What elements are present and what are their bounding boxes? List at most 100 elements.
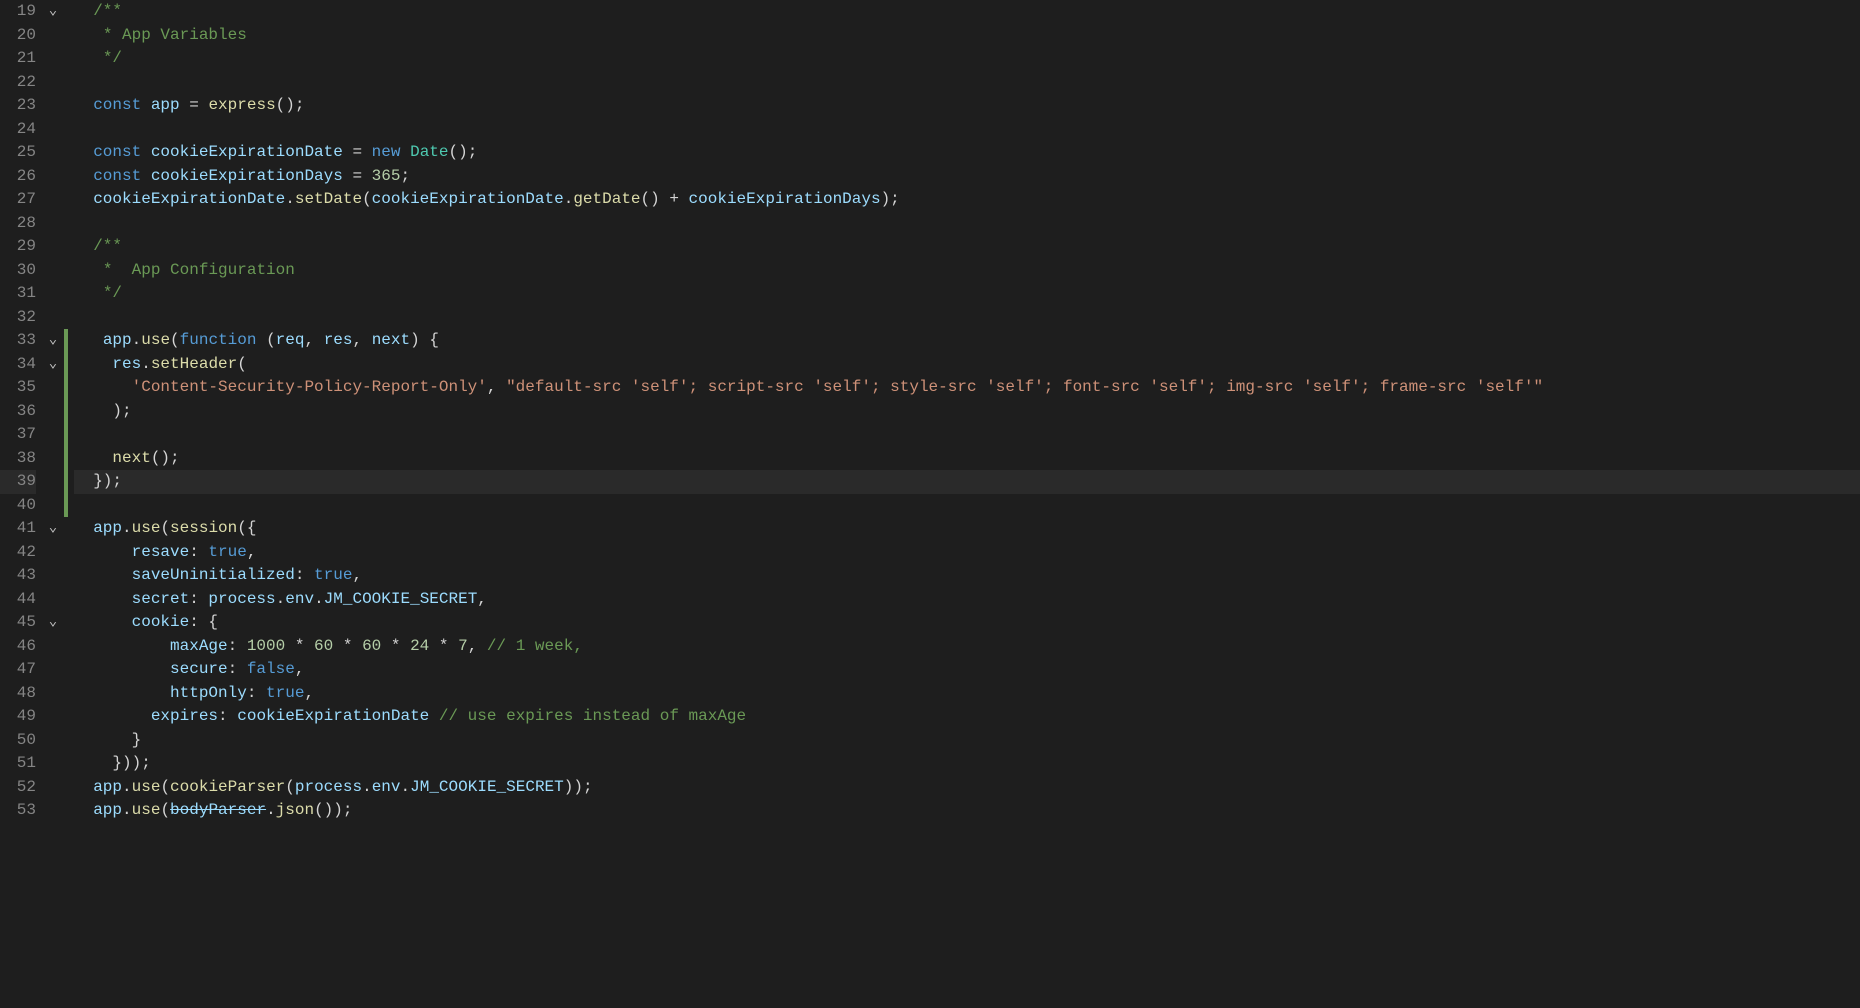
code-token: * xyxy=(381,637,410,655)
code-line[interactable]: const cookieExpirationDate = new Date(); xyxy=(74,141,1860,165)
code-line[interactable]: res.setHeader( xyxy=(74,353,1860,377)
fold-toggle-icon[interactable]: ⌄ xyxy=(42,0,64,24)
code-line[interactable]: httpOnly: true, xyxy=(74,682,1860,706)
line-number[interactable]: 44 xyxy=(0,588,36,612)
line-number[interactable]: 26 xyxy=(0,165,36,189)
line-number[interactable]: 28 xyxy=(0,212,36,236)
code-token: })); xyxy=(74,754,151,772)
code-line[interactable] xyxy=(74,423,1860,447)
line-number[interactable]: 48 xyxy=(0,682,36,706)
code-line[interactable]: saveUninitialized: true, xyxy=(74,564,1860,588)
fold-placeholder xyxy=(42,776,64,800)
code-token: app xyxy=(93,801,122,819)
code-line[interactable]: app.use(session({ xyxy=(74,517,1860,541)
line-number[interactable]: 37 xyxy=(0,423,36,447)
code-token: * xyxy=(429,637,458,655)
code-content[interactable]: /** * App Variables */ const app = expre… xyxy=(68,0,1860,823)
code-token: true xyxy=(314,566,352,584)
fold-placeholder xyxy=(42,564,64,588)
code-token: ) { xyxy=(410,331,439,349)
code-line[interactable]: app.use(bodyParser.json()); xyxy=(74,799,1860,823)
code-line[interactable] xyxy=(74,71,1860,95)
line-number[interactable]: 34 xyxy=(0,353,36,377)
code-line[interactable]: secure: false, xyxy=(74,658,1860,682)
code-line[interactable]: 'Content-Security-Policy-Report-Only', "… xyxy=(74,376,1860,400)
line-number[interactable]: 22 xyxy=(0,71,36,95)
line-number[interactable]: 32 xyxy=(0,306,36,330)
fold-toggle-icon[interactable]: ⌄ xyxy=(42,517,64,541)
code-line[interactable]: app.use(cookieParser(process.env.JM_COOK… xyxy=(74,776,1860,800)
code-line[interactable]: } xyxy=(74,729,1860,753)
line-number-gutter[interactable]: 1920212223242526272829303132333435363738… xyxy=(0,0,42,823)
code-line[interactable]: const app = express(); xyxy=(74,94,1860,118)
code-line[interactable] xyxy=(74,494,1860,518)
code-line[interactable]: * App Variables xyxy=(74,24,1860,48)
code-line[interactable] xyxy=(74,212,1860,236)
line-number[interactable]: 33 xyxy=(0,329,36,353)
code-line[interactable]: ); xyxy=(74,400,1860,424)
line-number[interactable]: 51 xyxy=(0,752,36,776)
fold-toggle-icon[interactable]: ⌄ xyxy=(42,329,64,353)
line-number[interactable]: 20 xyxy=(0,24,36,48)
code-token: new xyxy=(372,143,401,161)
fold-placeholder xyxy=(42,141,64,165)
fold-placeholder xyxy=(42,682,64,706)
code-line[interactable]: /** xyxy=(74,0,1860,24)
line-number[interactable]: 24 xyxy=(0,118,36,142)
line-number[interactable]: 19 xyxy=(0,0,36,24)
line-number[interactable]: 27 xyxy=(0,188,36,212)
code-line[interactable]: /** xyxy=(74,235,1860,259)
code-token xyxy=(74,96,93,114)
line-number[interactable]: 52 xyxy=(0,776,36,800)
code-line[interactable]: */ xyxy=(74,282,1860,306)
line-number[interactable]: 45 xyxy=(0,611,36,635)
line-number[interactable]: 30 xyxy=(0,259,36,283)
line-number[interactable]: 35 xyxy=(0,376,36,400)
fold-gutter[interactable]: ⌄⌄⌄⌄⌄ xyxy=(42,0,64,823)
line-number[interactable]: 50 xyxy=(0,729,36,753)
fold-toggle-icon[interactable]: ⌄ xyxy=(42,611,64,635)
code-line[interactable]: cookie: { xyxy=(74,611,1860,635)
code-line[interactable]: next(); xyxy=(74,447,1860,471)
code-line[interactable] xyxy=(74,306,1860,330)
code-token: */ xyxy=(103,284,122,302)
line-number[interactable]: 29 xyxy=(0,235,36,259)
line-number[interactable]: 41 xyxy=(0,517,36,541)
code-token: , xyxy=(304,331,323,349)
line-number[interactable]: 43 xyxy=(0,564,36,588)
code-token: const xyxy=(93,96,141,114)
code-line[interactable]: expires: cookieExpirationDate // use exp… xyxy=(74,705,1860,729)
code-line[interactable]: */ xyxy=(74,47,1860,71)
line-number[interactable]: 47 xyxy=(0,658,36,682)
code-line[interactable]: maxAge: 1000 * 60 * 60 * 24 * 7, // 1 we… xyxy=(74,635,1860,659)
line-number[interactable]: 40 xyxy=(0,494,36,518)
line-number[interactable]: 38 xyxy=(0,447,36,471)
code-line[interactable]: cookieExpirationDate.setDate(cookieExpir… xyxy=(74,188,1860,212)
code-token xyxy=(74,707,151,725)
line-number[interactable]: 46 xyxy=(0,635,36,659)
code-line[interactable]: resave: true, xyxy=(74,541,1860,565)
line-number[interactable]: 36 xyxy=(0,400,36,424)
line-number[interactable]: 49 xyxy=(0,705,36,729)
line-number[interactable]: 23 xyxy=(0,94,36,118)
line-number[interactable]: 39 xyxy=(0,470,36,494)
code-token: expires xyxy=(151,707,218,725)
fold-toggle-icon[interactable]: ⌄ xyxy=(42,353,64,377)
code-line[interactable]: * App Configuration xyxy=(74,259,1860,283)
code-line[interactable]: secret: process.env.JM_COOKIE_SECRET, xyxy=(74,588,1860,612)
code-line[interactable] xyxy=(74,118,1860,142)
code-line[interactable]: })); xyxy=(74,752,1860,776)
code-editor[interactable]: 1920212223242526272829303132333435363738… xyxy=(0,0,1860,823)
code-token: req xyxy=(276,331,305,349)
code-token: session xyxy=(170,519,237,537)
line-number[interactable]: 25 xyxy=(0,141,36,165)
line-number[interactable]: 21 xyxy=(0,47,36,71)
code-line[interactable]: app.use(function (req, res, next) { xyxy=(74,329,1860,353)
line-number[interactable]: 31 xyxy=(0,282,36,306)
code-token xyxy=(74,449,112,467)
code-line[interactable]: }); xyxy=(74,470,1860,494)
code-line[interactable]: const cookieExpirationDays = 365; xyxy=(74,165,1860,189)
code-token: : xyxy=(218,707,237,725)
line-number[interactable]: 42 xyxy=(0,541,36,565)
line-number[interactable]: 53 xyxy=(0,799,36,823)
